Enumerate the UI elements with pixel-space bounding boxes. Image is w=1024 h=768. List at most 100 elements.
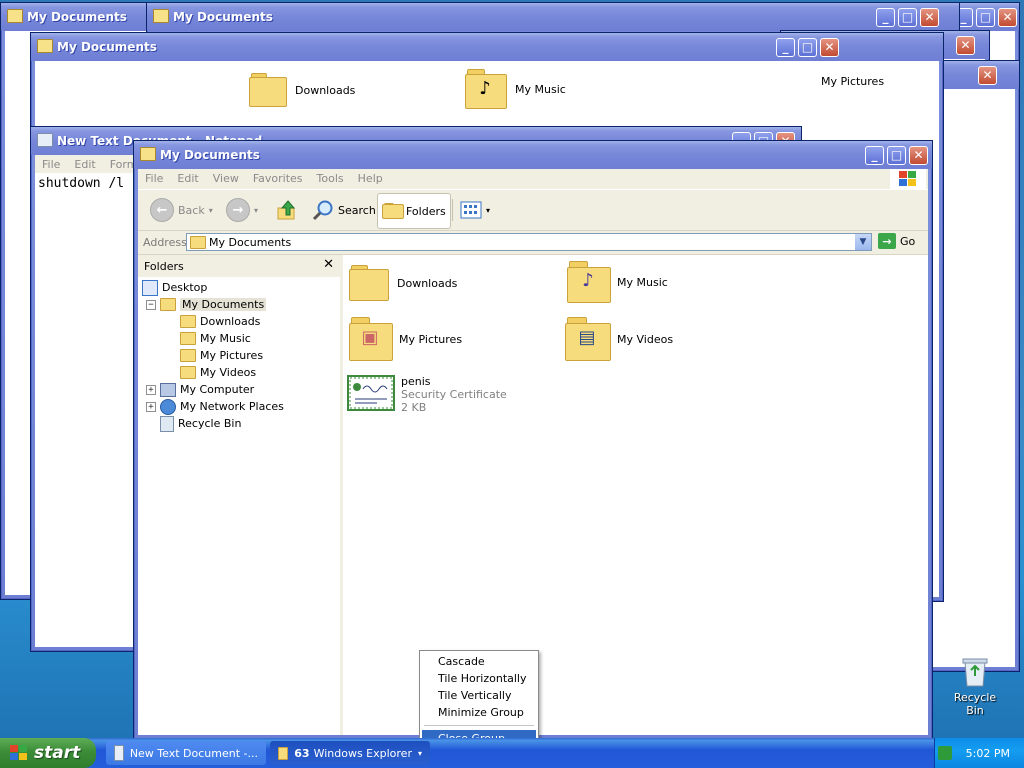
videos-folder-icon: ▤ (565, 317, 611, 361)
close-button[interactable]: ✕ (956, 36, 975, 55)
clock[interactable]: 5:02 PM (966, 747, 1010, 760)
menu-item-tile-horizontally[interactable]: Tile Horizontally (422, 670, 536, 687)
content-item-downloads[interactable]: Downloads (349, 265, 457, 301)
explorer-titlebar[interactable]: My Documents _ □ ✕ (134, 141, 932, 169)
bg-pictures-item[interactable]: My Pictures (821, 75, 884, 88)
tree-item-my-pictures[interactable]: My Pictures (180, 347, 263, 364)
taskbar-group-count: 63 (294, 746, 310, 760)
search-button[interactable]: Search (308, 197, 380, 223)
explorer-title: My Documents (160, 148, 260, 162)
menu-favorites[interactable]: Favorites (246, 169, 310, 188)
maximize-button[interactable]: □ (887, 146, 906, 165)
recycle-bin-label: Recycle Bin (953, 691, 997, 717)
address-label: Address (143, 236, 187, 249)
menu-separator (424, 725, 534, 726)
bg-window-2-titlebar[interactable]: My Documents _ □ ✕ (147, 3, 959, 31)
tree-item-my-videos[interactable]: My Videos (180, 364, 256, 381)
menu-edit[interactable]: Edit (170, 169, 205, 188)
maximize-button[interactable]: □ (976, 8, 995, 27)
menu-file[interactable]: File (138, 169, 170, 188)
address-value: My Documents (209, 236, 292, 249)
menu-item-tile-vertically[interactable]: Tile Vertically (422, 687, 536, 704)
folder-icon (382, 203, 404, 219)
tree-item-downloads[interactable]: Downloads (180, 313, 260, 330)
close-button[interactable]: ✕ (820, 38, 839, 57)
chevron-down-icon: ▾ (254, 205, 259, 215)
close-button[interactable]: ✕ (909, 146, 928, 165)
bg-window-1-titlebar[interactable]: My Documents _ □ ✕ (31, 33, 943, 61)
folders-button[interactable]: Folders (377, 193, 451, 229)
expand-icon[interactable]: + (146, 401, 156, 412)
network-status-icon[interactable] (937, 746, 952, 760)
menu-help[interactable]: Help (351, 169, 390, 188)
menu-view[interactable]: View (206, 169, 246, 188)
bg-downloads-item[interactable]: Downloads (249, 73, 355, 107)
window-title: My Documents (57, 40, 157, 54)
taskbar-item-explorer-group[interactable]: 63 Windows Explorer ▾ (270, 741, 430, 765)
maximize-button[interactable]: □ (798, 38, 817, 57)
taskbar-item-notepad[interactable]: New Text Document -... (106, 741, 266, 765)
tree-item-my-music[interactable]: My Music (180, 330, 251, 347)
tree-label: My Videos (200, 366, 257, 379)
menu-tools[interactable]: Tools (310, 169, 351, 188)
views-button[interactable]: ▾ (456, 197, 494, 223)
collapse-icon[interactable]: − (146, 299, 156, 310)
back-button[interactable]: ← Back ▾ (146, 197, 217, 223)
file-type: Security Certificate (401, 388, 507, 401)
taskbar-group-context-menu: Cascade Tile Horizontally Tile Verticall… (419, 650, 539, 751)
folder-icon (180, 315, 196, 328)
search-icon (312, 200, 333, 221)
back-arrow-icon: ← (150, 198, 174, 222)
chevron-down-icon: ▾ (208, 205, 213, 215)
address-input[interactable]: My Documents ▼ (186, 233, 872, 251)
address-dropdown-icon[interactable]: ▼ (855, 234, 871, 250)
menu-edit[interactable]: Edit (67, 155, 102, 174)
desktop-icon (142, 279, 158, 296)
close-button[interactable]: ✕ (978, 66, 997, 85)
bg-music-item[interactable]: ♪ My Music (465, 69, 566, 109)
desktop-recycle-bin[interactable]: Recycle Bin (944, 656, 1006, 717)
start-button[interactable]: start (0, 738, 96, 768)
certificate-icon (347, 375, 395, 411)
content-item-certificate[interactable]: penis Security Certificate 2 KB (347, 375, 507, 414)
music-folder-icon (180, 332, 196, 345)
windows-logo-icon (10, 745, 27, 760)
minimize-button[interactable]: _ (876, 8, 895, 27)
file-size: 2 KB (401, 401, 427, 414)
window-title: My Documents (173, 10, 273, 24)
tree-label: Recycle Bin (178, 417, 242, 430)
content-item-my-pictures[interactable]: ▣ My Pictures (349, 317, 462, 361)
content-item-my-music[interactable]: ♪ My Music (567, 261, 668, 303)
notepad-icon (37, 133, 53, 147)
menu-item-minimize-group[interactable]: Minimize Group (422, 704, 536, 721)
folders-pane-header: Folders ✕ (138, 255, 340, 277)
pictures-folder-icon: ▣ (349, 317, 393, 361)
folder-icon (349, 265, 389, 301)
tree-item-recycle-bin[interactable]: Recycle Bin (160, 415, 241, 432)
explorer-toolbar: ← Back ▾ → ▾ Search Folders ▾ (138, 190, 928, 231)
close-button[interactable]: ✕ (998, 8, 1017, 27)
forward-button[interactable]: → ▾ (222, 197, 262, 223)
content-item-my-videos[interactable]: ▤ My Videos (565, 317, 673, 361)
item-label: My Videos (617, 332, 674, 346)
expand-icon[interactable]: + (146, 384, 156, 395)
menu-item-cascade[interactable]: Cascade (422, 653, 536, 670)
tree-item-my-network-places[interactable]: + My Network Places (146, 398, 284, 415)
tree-label: Downloads (200, 315, 261, 328)
computer-icon (160, 382, 176, 397)
maximize-button[interactable]: □ (898, 8, 917, 27)
up-folder-button[interactable] (272, 197, 302, 223)
close-button[interactable]: ✕ (920, 8, 939, 27)
notepad-text[interactable]: shutdown /l (38, 176, 124, 191)
folder-icon (160, 298, 176, 311)
close-pane-icon[interactable]: ✕ (323, 257, 334, 272)
go-button[interactable]: → Go (878, 233, 915, 249)
minimize-button[interactable]: _ (865, 146, 884, 165)
tree-item-my-documents[interactable]: − My Documents (146, 296, 267, 313)
folder-icon (140, 147, 156, 161)
tree-item-desktop[interactable]: Desktop (142, 279, 207, 296)
minimize-button[interactable]: _ (776, 38, 795, 57)
folders-pane: Folders ✕ Desktop − My Documents Downloa… (138, 255, 343, 735)
menu-file[interactable]: File (35, 155, 67, 174)
tree-item-my-computer[interactable]: + My Computer (146, 381, 254, 398)
